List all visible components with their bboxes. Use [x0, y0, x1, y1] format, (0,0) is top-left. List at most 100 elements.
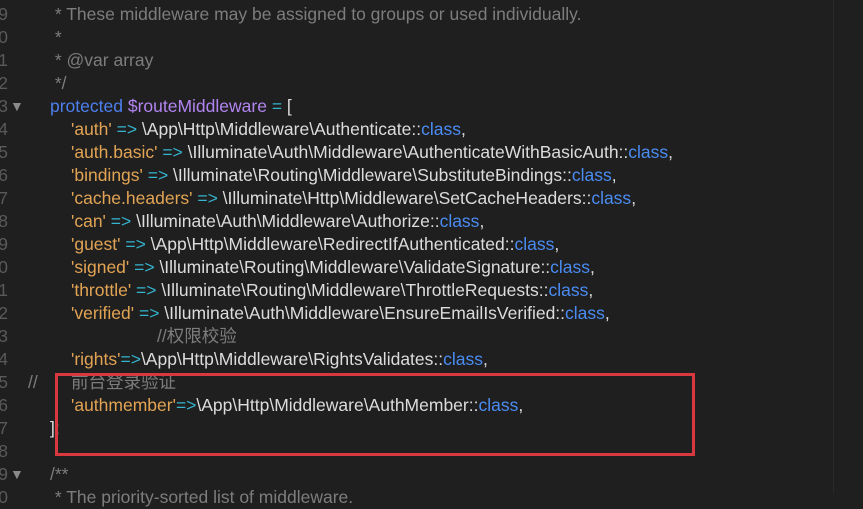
operator: => — [157, 142, 188, 162]
middleware-entry: 'signed' => \Illuminate\Routing\Middlewa… — [71, 256, 595, 279]
code-line: 57 'cache.headers' => \Illuminate\Http\Mi… — [0, 187, 863, 210]
comma: , — [479, 211, 485, 231]
operator: => — [131, 280, 162, 300]
line-number: 64 — [0, 349, 8, 369]
array-key: 'auth.basic' — [71, 142, 158, 162]
line-number: 58 — [0, 211, 8, 231]
operator: => — [111, 119, 142, 139]
line-number: 69 — [0, 464, 8, 484]
line-number: 54 — [0, 119, 8, 139]
line-number: 65 — [0, 372, 8, 392]
code-line: 70 * The priority-sorted list of middlew… — [0, 486, 863, 509]
class-keyword: class — [548, 280, 589, 300]
line-number: 56 — [0, 165, 8, 185]
middleware-entry: 'auth' => \App\Http\Middleware\Authentic… — [71, 118, 466, 141]
comma: , — [611, 165, 617, 185]
operator: = — [266, 96, 287, 116]
fold-arrow-icon[interactable]: ▼ — [10, 463, 24, 486]
line-number: 67 — [0, 418, 8, 438]
operator: => — [142, 165, 174, 185]
line-number: 55 — [0, 142, 8, 162]
array-key: 'guest' — [71, 234, 121, 254]
comma: , — [588, 280, 594, 300]
operator: => — [120, 349, 141, 369]
class-keyword: class — [421, 119, 461, 139]
middleware-entry: 'guest' => \App\Http\Middleware\Redirect… — [71, 233, 559, 256]
code-line: 60 'signed' => \Illuminate\Routing\Middle… — [0, 256, 863, 279]
line-number: 68 — [0, 441, 8, 461]
class-keyword: class — [550, 257, 591, 277]
bracket: [ — [286, 96, 292, 116]
middleware-entry: 'auth.basic' => \Illuminate\Auth\Middlew… — [71, 141, 673, 164]
class-path: \Illuminate\Auth\Middleware\Authorize:: — [136, 211, 440, 231]
middleware-entry: 'verified' => \Illuminate\Auth\Middlewar… — [71, 302, 610, 325]
doc-comment: /** — [50, 464, 69, 484]
class-path: \Illuminate\Auth\Middleware\EnsureEmailI… — [164, 303, 566, 323]
class-keyword: class — [591, 188, 632, 208]
operator: => — [192, 188, 223, 208]
doc-comment: * These middleware may be assigned to gr… — [50, 4, 582, 24]
code-line: 62 'verified' => \Illuminate\Auth\Middlew… — [0, 302, 863, 325]
code-line: 59 'guest' => \App\Http\Middleware\Redire… — [0, 233, 863, 256]
line-number: 59 — [0, 234, 8, 254]
class-path: \App\Http\Middleware\RedirectIfAuthentic… — [150, 234, 515, 254]
code-line: 49 * These middleware may be assigned to… — [0, 3, 863, 26]
middleware-entry: 'can' => \Illuminate\Auth\Middleware\Aut… — [71, 210, 484, 233]
class-keyword: class — [571, 165, 612, 185]
doc-comment: * The priority-sorted list of middleware… — [50, 487, 354, 507]
line-number: 57 — [0, 188, 8, 208]
array-key: 'verified' — [71, 303, 135, 323]
code-line: 63 //权限校验 — [0, 325, 863, 348]
array-key: 'can' — [71, 211, 106, 231]
middleware-entry: 'bindings' => \Illuminate\Routing\Middle… — [71, 164, 617, 187]
variable: $routeMiddleware — [127, 96, 267, 116]
class-path: \App\Http\Middleware\Authenticate:: — [141, 119, 422, 139]
doc-comment: * @var array — [50, 50, 154, 70]
rights-entry: 'rights'=>\App\Http\Middleware\RightsVal… — [71, 348, 488, 371]
operator: => — [134, 303, 165, 323]
line-number: 53 — [0, 96, 8, 116]
array-key: 'cache.headers' — [71, 188, 193, 208]
code-line: 55 'auth.basic' => \Illuminate\Auth\Middl… — [0, 141, 863, 164]
class-keyword: class — [514, 234, 555, 254]
operator: => — [120, 234, 151, 254]
comma: , — [460, 119, 466, 139]
line-number: 63 — [0, 326, 8, 346]
comma: , — [483, 349, 488, 369]
array-key: 'signed' — [71, 257, 130, 277]
class-path: \Illuminate\Routing\Middleware\ValidateS… — [159, 257, 551, 277]
array-key: 'bindings' — [71, 165, 143, 185]
inline-comment: //权限校验 — [157, 326, 237, 346]
keyword: protected — [50, 96, 123, 116]
class-keyword: class — [443, 349, 483, 369]
line-number: 70 — [0, 487, 8, 507]
class-path: \Illuminate\Auth\Middleware\Authenticate… — [187, 142, 629, 162]
class-path: \Illuminate\Http\Middleware\SetCacheHead… — [222, 188, 592, 208]
line-number: 61 — [0, 280, 8, 300]
class-path: \Illuminate\Routing\Middleware\ThrottleR… — [161, 280, 549, 300]
class-keyword: class — [565, 303, 605, 323]
code-line: 51 * @var array — [0, 49, 863, 72]
code-line: 54 'auth' => \App\Http\Middleware\Authent… — [0, 118, 863, 141]
comma: , — [631, 188, 637, 208]
fold-arrow-icon[interactable]: ▼ — [10, 95, 24, 118]
comma: , — [668, 142, 674, 162]
line-number: 51 — [0, 50, 8, 70]
comma: , — [590, 257, 595, 277]
middleware-entry: 'throttle' => \Illuminate\Routing\Middle… — [71, 279, 593, 302]
code-line: 61 'throttle' => \Illuminate\Routing\Midd… — [0, 279, 863, 302]
array-key: 'rights' — [71, 349, 121, 369]
line-number: 49 — [0, 4, 8, 24]
doc-comment: * — [50, 27, 62, 47]
class-path: \App\Http\Middleware\RightsValidates:: — [140, 349, 444, 369]
line-number: 66 — [0, 395, 8, 415]
line-number: 62 — [0, 303, 8, 323]
array-key: 'throttle' — [71, 280, 132, 300]
code-line: 52 */ — [0, 72, 863, 95]
code-line: 56 'bindings' => \Illuminate\Routing\Midd… — [0, 164, 863, 187]
declaration: protected $routeMiddleware = [ — [50, 95, 292, 118]
class-keyword: class — [628, 142, 669, 162]
line-number: 50 — [0, 27, 8, 47]
line-number: 52 — [0, 73, 8, 93]
comma: , — [554, 234, 560, 254]
